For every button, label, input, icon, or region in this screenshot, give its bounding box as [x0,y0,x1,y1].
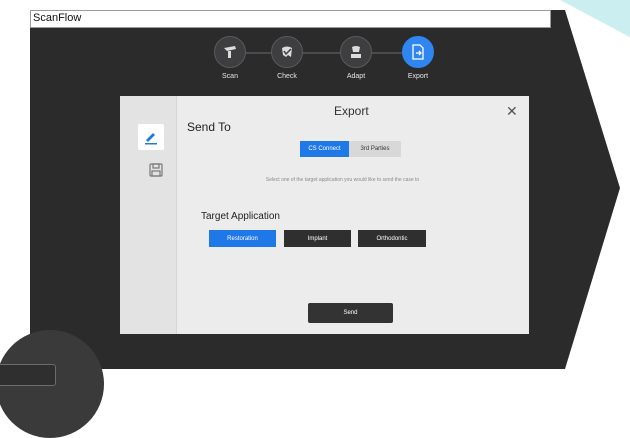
send-icon [145,133,157,145]
restoration-button[interactable]: Restoration [209,230,276,247]
title-bar: ScanFlow [30,10,551,28]
send-to-heading: Send To [187,120,231,134]
step-adapt-label: Adapt [346,73,366,80]
step-scan-label: Scan [222,73,238,80]
corner-control-inner [0,364,56,386]
export-dialog [120,96,529,334]
step-export[interactable] [402,36,434,68]
workflow-connector [230,52,418,54]
third-parties-toggle[interactable]: 3rd Parties [349,141,401,157]
step-check[interactable] [271,36,303,68]
step-scan[interactable] [214,36,246,68]
adapt-icon [351,46,361,58]
implant-button[interactable]: Implant [284,230,351,247]
dialog-title: Export [334,104,369,118]
step-adapt[interactable] [340,36,372,68]
export-icon [412,44,424,60]
step-check-label: Check [277,73,297,80]
close-icon[interactable]: ✕ [506,103,518,120]
window-title: ScanFlow [33,12,82,24]
orthodontic-button[interactable]: Orthodontic [358,230,426,247]
save-icon [149,163,163,177]
save-tab[interactable] [143,157,169,183]
step-export-label: Export [407,73,429,80]
send-tab[interactable] [138,124,164,150]
instruction-text: Select one of the target application you… [265,177,420,183]
cs-connect-toggle[interactable]: CS Connect [300,141,349,157]
target-application-heading: Target Application [201,211,280,222]
scanner-icon [224,46,236,58]
send-button[interactable]: Send [308,303,393,323]
check-tooth-icon [282,46,292,57]
